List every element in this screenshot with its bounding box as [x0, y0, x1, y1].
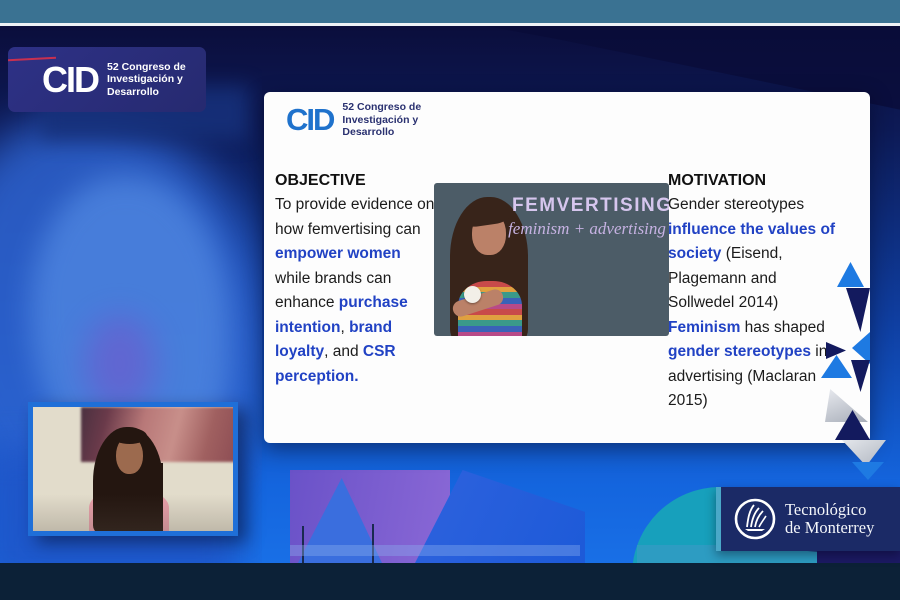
presentation-stage: CID 52 Congreso de Investigación y Desar… — [0, 0, 900, 600]
slide-congress-subtitle: 52 Congreso de Investigación y Desarroll… — [342, 101, 421, 139]
cid-logo-icon: CID — [42, 62, 98, 98]
objective-text: To provide evidence on how femvertising … — [275, 193, 438, 389]
objective-heading: OBJECTIVE — [275, 168, 438, 193]
mosaic-triangle — [846, 288, 870, 332]
top-white-line — [0, 23, 900, 26]
webcam-shading — [33, 494, 233, 531]
tec-wordmark: Tecnológico de Monterrey — [785, 501, 874, 538]
bottom-navy-strip — [0, 563, 900, 600]
tec-swan-icon — [733, 497, 777, 541]
speaker-webcam-tile — [28, 402, 238, 536]
objective-section: OBJECTIVE To provide evidence on how fem… — [275, 168, 438, 389]
presentation-slide: CID 52 Congreso de Investigación y Desar… — [264, 92, 870, 443]
mosaic-triangle — [851, 360, 870, 392]
mast-line — [372, 524, 374, 564]
tec-de-monterrey-badge: Tecnológico de Monterrey — [716, 487, 900, 551]
motivation-text: Gender stereotypes influence the values … — [668, 193, 844, 413]
mosaic-triangle — [852, 332, 870, 364]
motivation-heading: MOTIVATION — [668, 168, 844, 193]
femvertising-image: FEMVERTISING feminism + advertising — [434, 183, 669, 336]
slide-congress-logo: CID 52 Congreso de Investigación y Desar… — [286, 101, 421, 139]
webcam-video — [33, 407, 233, 531]
cid-logo-icon: CID — [286, 104, 333, 135]
congress-subtitle: 52 Congreso de Investigación y Desarroll… — [107, 61, 186, 99]
motivation-section: MOTIVATION Gender stereotypes influence … — [668, 168, 844, 414]
congress-logo-badge: CID 52 Congreso de Investigación y Desar… — [8, 47, 206, 112]
mosaic-triangle — [825, 389, 868, 422]
baseball-icon — [464, 286, 481, 303]
femvertising-subtitle: feminism + advertising — [508, 219, 666, 239]
top-teal-strip — [0, 0, 900, 23]
femvertising-title: FEMVERTISING — [512, 195, 664, 217]
light-band-decoration — [290, 545, 580, 556]
